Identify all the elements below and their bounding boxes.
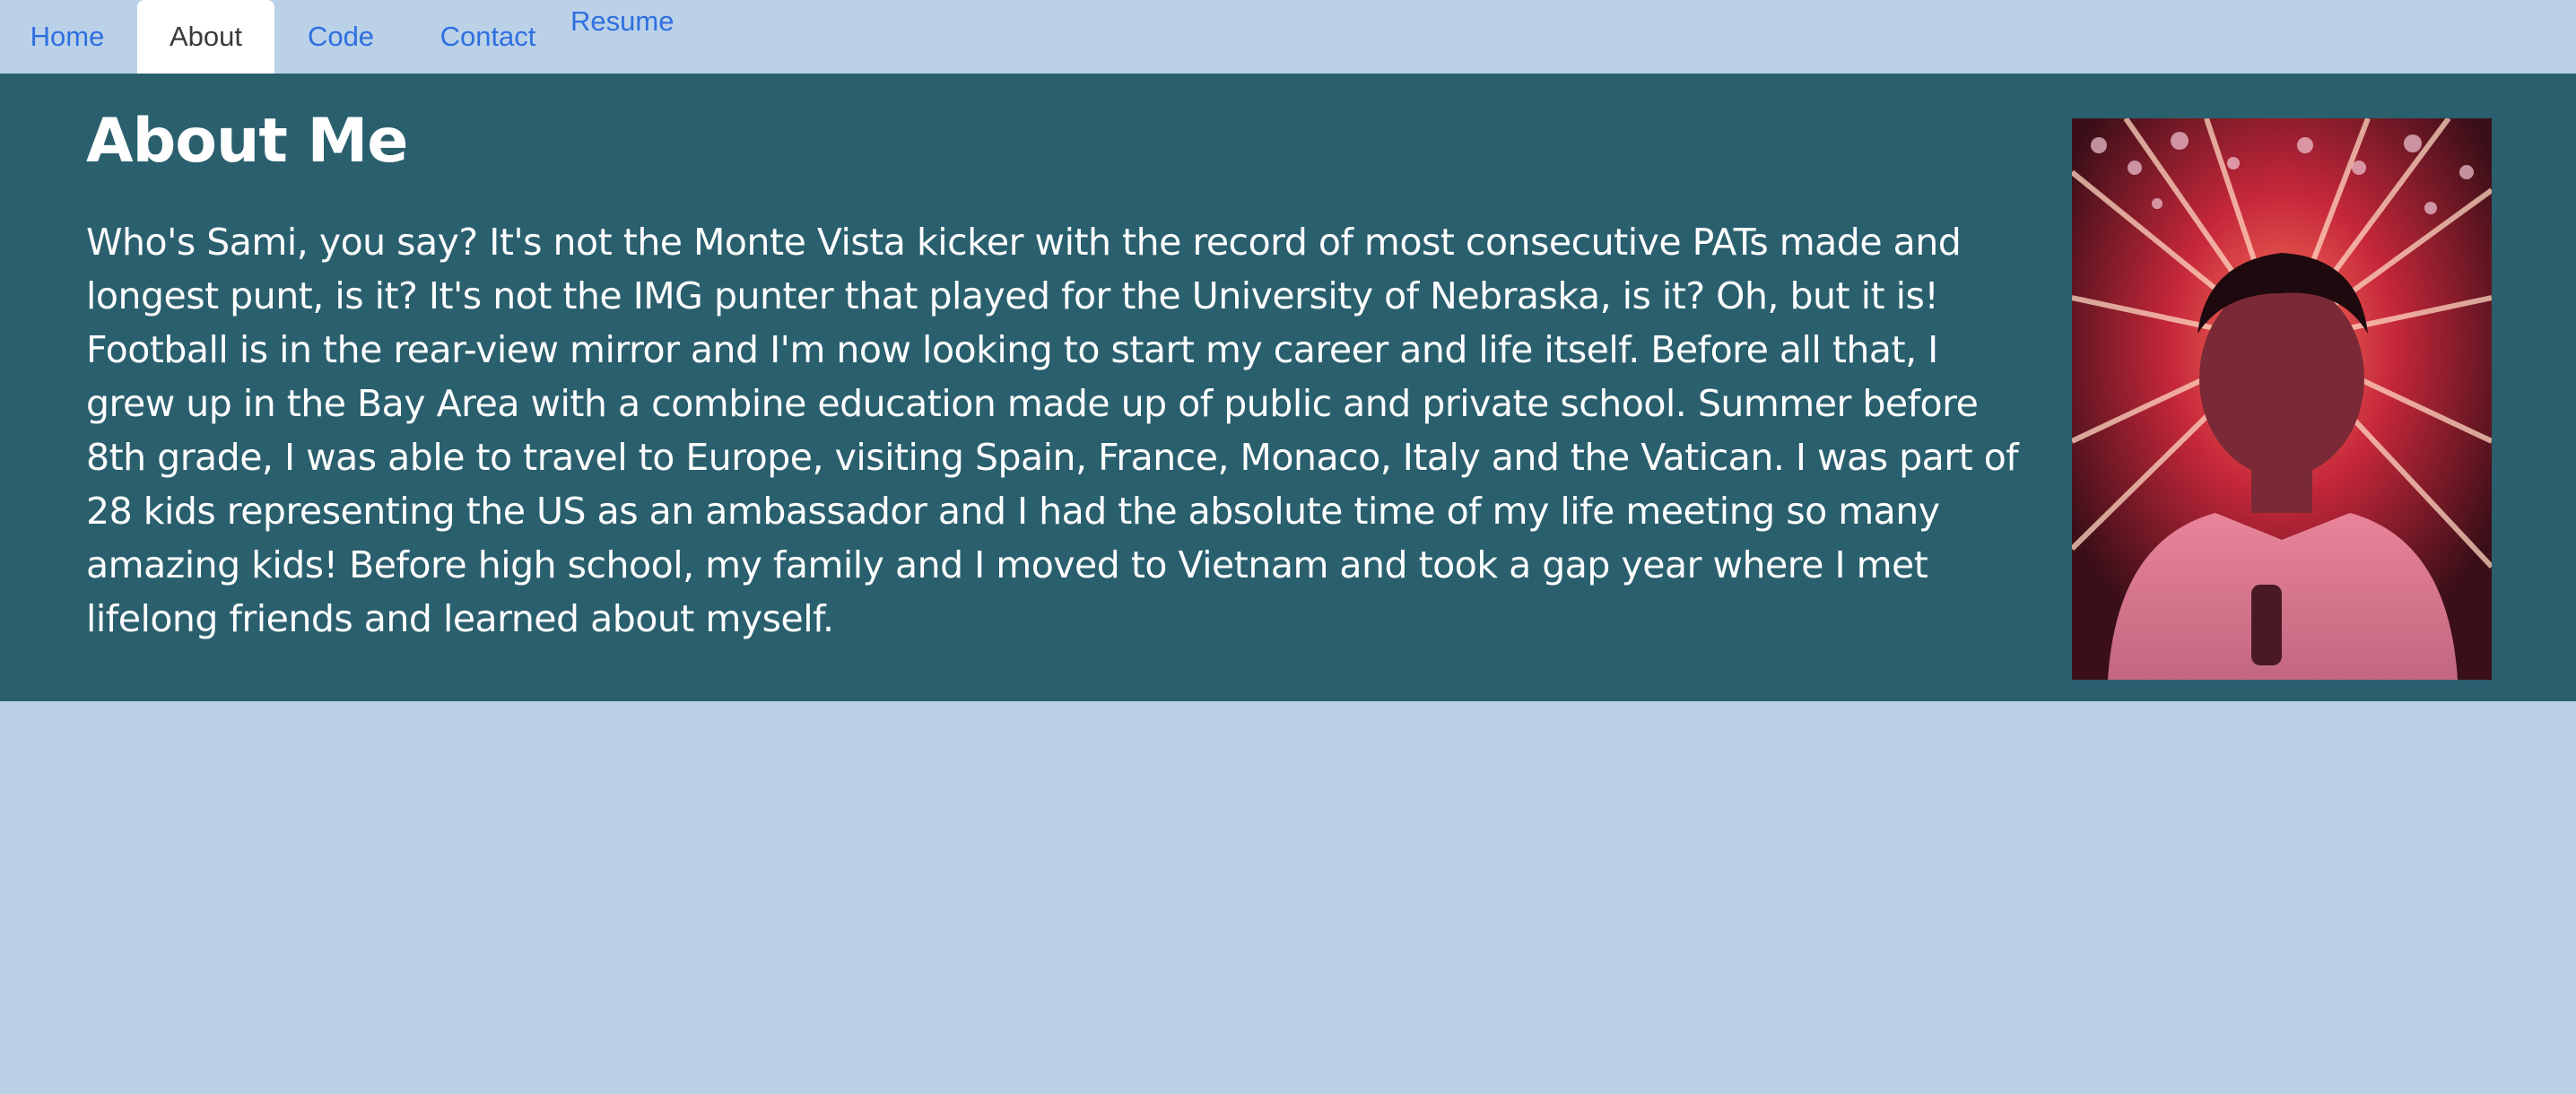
profile-photo-illustration (2072, 118, 2492, 680)
nav-contact-link[interactable]: Contact (407, 0, 569, 74)
nav-code-link[interactable]: Code (274, 0, 407, 74)
top-navigation: Home About Code Contact Resume (0, 0, 2576, 74)
profile-photo (2072, 118, 2492, 680)
about-body-text: Who's Sami, you say? It's not the Monte … (86, 221, 2019, 640)
nav-about-tab-active[interactable]: About (137, 0, 274, 74)
about-heading: About Me (86, 106, 408, 177)
about-section: About Me Who's Sami, you say? It's not t… (0, 74, 2576, 701)
nav-home-link[interactable]: Home (0, 0, 135, 74)
nav-resume-link[interactable]: Resume (570, 7, 674, 35)
